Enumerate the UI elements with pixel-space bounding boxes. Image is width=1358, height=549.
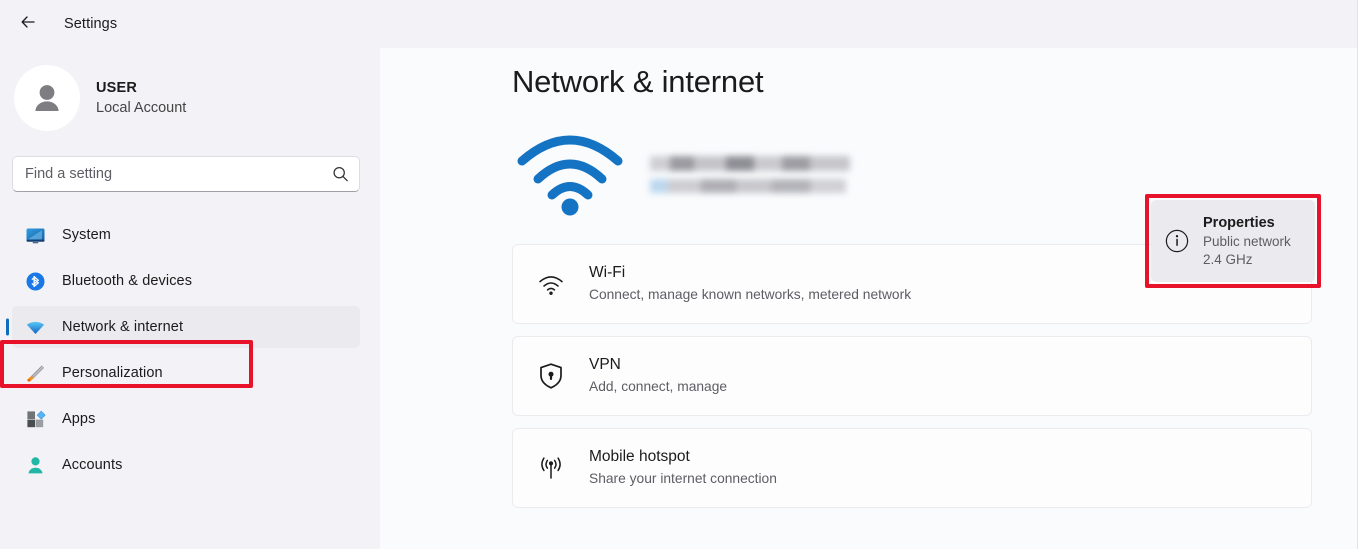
properties-line1: Public network	[1203, 233, 1291, 249]
back-button[interactable]	[12, 8, 44, 40]
shield-lock-icon	[513, 361, 589, 391]
title-bar: Settings	[0, 0, 1358, 48]
search-container	[0, 134, 380, 192]
wifi-icon	[24, 316, 46, 338]
row-subtitle: Share your internet connection	[589, 471, 777, 487]
row-title: Wi-Fi	[589, 264, 626, 282]
sidebar-item-label: Apps	[62, 411, 96, 427]
sidebar-item-label: Accounts	[62, 457, 123, 473]
page-title: Network & internet	[512, 64, 764, 99]
sidebar-item-accounts[interactable]: Accounts	[12, 444, 360, 486]
info-circle-icon	[1161, 227, 1193, 255]
row-mobile-hotspot[interactable]: Mobile hotspot Share your internet conne…	[512, 428, 1312, 508]
settings-rows: Wi-Fi Connect, manage known networks, me…	[512, 244, 1312, 508]
sidebar-item-system[interactable]: System	[12, 214, 360, 256]
hotspot-antenna-icon	[513, 453, 589, 483]
avatar	[14, 65, 80, 131]
main-content: Network & internet Wi-Fi Connect, manage…	[380, 48, 1358, 549]
sidebar-item-apps[interactable]: Apps	[12, 398, 360, 440]
sidebar-item-bluetooth-devices[interactable]: Bluetooth & devices	[12, 260, 360, 302]
apps-icon	[24, 408, 46, 430]
wifi-signal-icon	[512, 131, 628, 217]
bluetooth-icon	[24, 270, 46, 292]
sidebar-item-label: Personalization	[62, 365, 163, 381]
sidebar-item-label: Bluetooth & devices	[62, 273, 193, 289]
sidebar-item-personalization[interactable]: Personalization	[12, 352, 360, 394]
paintbrush-icon	[24, 362, 46, 384]
row-subtitle: Add, connect, manage	[589, 379, 728, 395]
redacted-network-status	[650, 178, 846, 193]
properties-card[interactable]: Properties Public network 2.4 GHz	[1151, 200, 1315, 282]
search-box[interactable]	[12, 156, 360, 192]
app-shell: USER Local Account Find a setting System…	[0, 48, 1358, 549]
sidebar-item-label: Network & internet	[62, 319, 184, 335]
account-subtitle: Local Account	[96, 100, 187, 116]
person-avatar-icon	[35, 85, 59, 111]
sidebar-nav: System Bluetooth & devices Network & int…	[0, 214, 380, 486]
person-icon	[24, 454, 46, 476]
redacted-network-name	[650, 155, 850, 171]
search-icon[interactable]	[332, 166, 349, 183]
properties-line2: 2.4 GHz	[1203, 251, 1253, 267]
network-name-redacted	[650, 155, 850, 193]
search-input[interactable]	[25, 166, 347, 182]
row-title: VPN	[589, 356, 621, 374]
account-name: USER	[96, 79, 138, 96]
window-title: Settings	[64, 16, 118, 32]
properties-title: Properties	[1203, 214, 1275, 231]
monitor-icon	[24, 224, 46, 246]
row-vpn[interactable]: VPN Add, connect, manage	[512, 336, 1312, 416]
row-title: Mobile hotspot	[589, 448, 690, 466]
row-subtitle: Connect, manage known networks, metered …	[589, 287, 912, 303]
sidebar-item-network-internet[interactable]: Network & internet	[12, 306, 360, 348]
arrow-left-icon	[19, 13, 37, 36]
sidebar-item-label: System	[62, 227, 111, 243]
wifi-icon	[513, 269, 589, 299]
account-block[interactable]: USER Local Account	[0, 48, 380, 134]
sidebar: USER Local Account Find a setting System…	[0, 48, 380, 549]
